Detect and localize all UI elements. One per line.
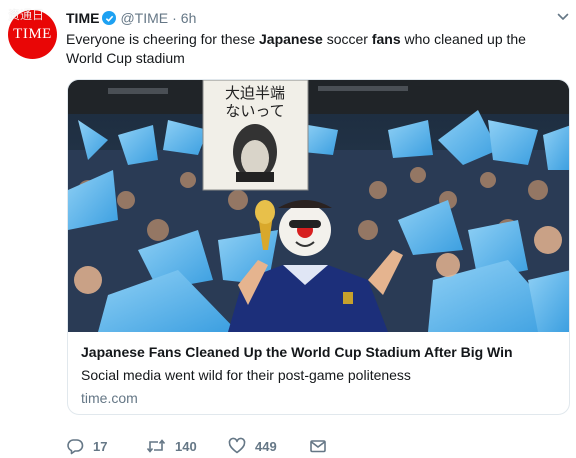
direct-message-button[interactable] [309,436,327,456]
tweet-actions: 17 140 449 [66,436,366,456]
tweet-text-part: soccer [322,31,372,47]
card-image[interactable]: 大迫半端 ないって [68,80,570,332]
tweet-text-keyword: fans [371,31,401,47]
tweet-text: Everyone is cheering for these Japanese … [66,30,566,68]
banner-text-line1: 大迫半端 [225,84,285,102]
verified-badge-icon [102,11,117,25]
tweet-header: TIME @TIME · 6h [66,9,196,27]
like-count: 449 [255,438,277,454]
link-card[interactable]: 大迫半端 ないって Japanese Fans Cleaned Up the W… [67,79,570,415]
banner-text-line2: ないって [225,102,284,120]
tweet-text-part: Everyone is cheering for these [66,31,259,47]
reply-button[interactable]: 17 [66,436,107,456]
separator-dot: · [172,10,177,26]
like-icon [228,437,246,454]
tweet-timestamp[interactable]: 6h [181,10,197,26]
card-domain: time.com [81,390,138,406]
card-title[interactable]: Japanese Fans Cleaned Up the World Cup S… [81,344,513,360]
watermark: 资通日 [8,8,45,22]
card-description: Social media went wild for their post-ga… [81,367,411,383]
user-handle[interactable]: @TIME [120,10,168,26]
direct-message-icon [310,440,326,453]
retweet-button[interactable]: 140 [146,436,197,456]
display-name[interactable]: TIME [66,10,99,26]
tweet-text-keyword: Japanese [259,31,323,47]
reply-count: 17 [93,438,108,454]
reply-icon [67,439,84,455]
avatar-logo-text: TIME [13,26,52,42]
chevron-down-icon[interactable] [556,10,570,24]
like-button[interactable]: 449 [228,436,277,456]
retweet-icon [146,439,166,453]
retweet-count: 140 [175,438,197,454]
